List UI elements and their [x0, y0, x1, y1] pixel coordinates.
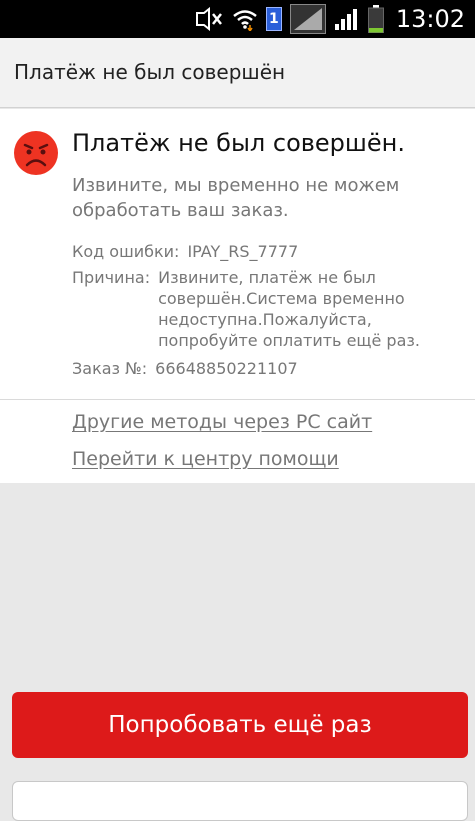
clock: 13:02 — [395, 5, 465, 33]
error-code-value: IPAY_RS_7777 — [187, 242, 299, 261]
error-card: Платёж не был совершён. Извините, мы вре… — [0, 109, 475, 483]
sim-icon: 1 — [265, 7, 282, 31]
error-title: Платёж не был совершён. — [72, 129, 405, 157]
page-header: Платёж не был совершён — [0, 38, 475, 108]
error-reason-label: Причина: — [72, 268, 151, 287]
status-bar: 1 13:02 — [0, 0, 475, 38]
order-number-label: Заказ №: — [72, 359, 148, 378]
page-title: Платёж не был совершён — [14, 60, 286, 84]
retry-button[interactable]: Попробовать ещё раз — [12, 692, 468, 758]
wifi-icon — [232, 7, 258, 31]
signal-icon — [289, 4, 326, 34]
order-number-row: Заказ №: 66648850221107 — [72, 358, 472, 379]
help-center-link[interactable]: Перейти к центру помощи — [72, 448, 339, 470]
error-code-label: Код ошибки: — [72, 242, 180, 261]
mute-icon — [194, 7, 224, 31]
signal-icon — [334, 7, 360, 31]
battery-icon — [367, 5, 384, 33]
error-subtitle: Извините, мы временно не можем обработат… — [72, 175, 400, 221]
error-reason-row: Причина: Извините, платёж не был совершё… — [72, 267, 472, 351]
sad-face-icon — [12, 129, 60, 177]
pc-site-link[interactable]: Другие методы через PC сайт — [72, 411, 372, 433]
error-code-row: Код ошибки: IPAY_RS_7777 — [72, 241, 472, 262]
status-icons: 1 13:02 — [194, 0, 475, 38]
divider — [0, 399, 475, 400]
secondary-button[interactable] — [12, 781, 468, 821]
order-number-value: 66648850221107 — [155, 359, 298, 378]
error-reason-value: Извините, платёж не был совершён.Система… — [158, 268, 420, 350]
